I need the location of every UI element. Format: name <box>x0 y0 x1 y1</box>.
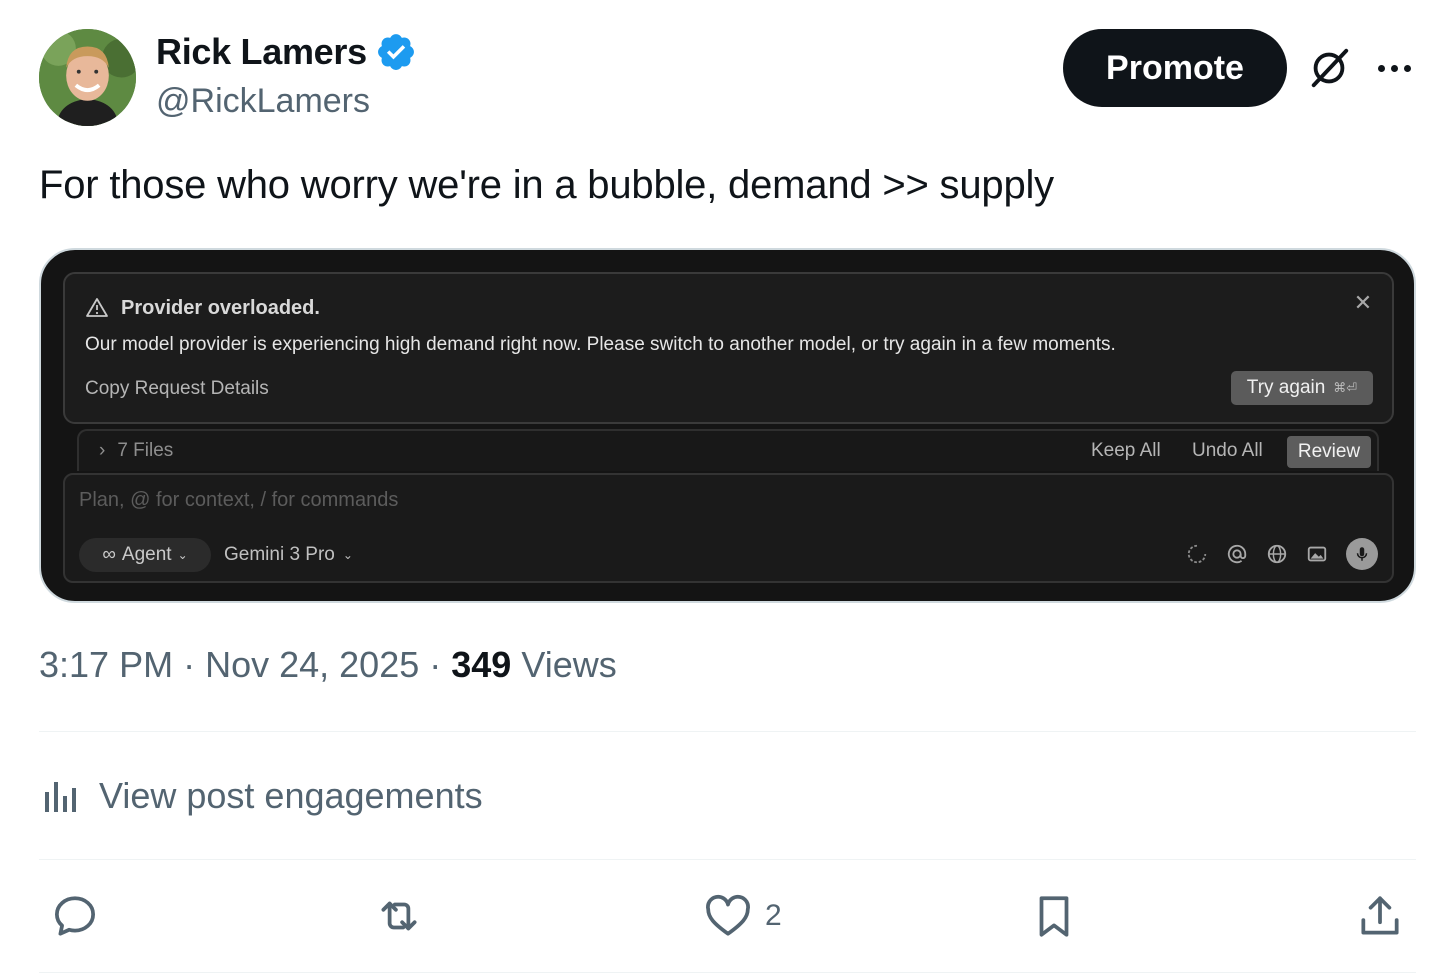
loading-spinner-icon <box>1187 544 1207 564</box>
bookmark-icon <box>1039 896 1069 937</box>
divider <box>39 972 1416 973</box>
avatar-image <box>39 29 136 126</box>
warning-icon <box>86 298 108 317</box>
review-button[interactable]: Review <box>1287 436 1371 468</box>
tweet-date[interactable]: Nov 24, 2025 <box>205 644 419 685</box>
tweet-text: For those who worry we're in a bubble, d… <box>39 163 1054 207</box>
share-button[interactable] <box>1355 888 1405 944</box>
files-count-label: 7 Files <box>117 440 174 461</box>
keep-all-button[interactable]: Keep All <box>1091 440 1161 462</box>
chat-input-placeholder: Plan, @ for context, / for commands <box>79 489 399 511</box>
reply-icon <box>55 896 95 936</box>
verified-badge-icon <box>377 34 414 70</box>
model-label: Gemini 3 Pro <box>224 544 335 565</box>
error-message: Our model provider is experiencing high … <box>85 334 1116 355</box>
chevron-down-icon: ⌄ <box>177 548 188 562</box>
try-again-button[interactable]: Try again ⌘⏎ <box>1231 371 1373 405</box>
views-label: Views <box>521 644 617 685</box>
tweet-meta: 3:17 PM · Nov 24, 2025 · 349 Views <box>39 644 617 686</box>
tweet-media[interactable]: Provider overloaded. ✕ Our model provide… <box>39 248 1416 603</box>
bookmark-button[interactable] <box>1029 888 1079 944</box>
repost-icon <box>381 901 417 931</box>
infinity-icon: ∞ <box>102 544 116 565</box>
error-title: Provider overloaded. <box>121 297 320 319</box>
more-dot <box>1403 64 1411 72</box>
agent-label: Agent <box>121 544 172 565</box>
image-icon[interactable] <box>1306 543 1328 565</box>
more-icon[interactable] <box>1372 50 1416 86</box>
tweet-time[interactable]: 3:17 PM <box>39 644 173 685</box>
divider <box>39 731 1416 732</box>
error-panel: Provider overloaded. ✕ Our model provide… <box>63 272 1394 424</box>
at-mention-icon[interactable] <box>1226 543 1248 565</box>
globe-icon[interactable] <box>1266 543 1288 565</box>
grok-icon[interactable] <box>1306 45 1352 91</box>
reply-button[interactable] <box>50 888 100 944</box>
files-bar: › 7 Files Keep All Undo All Review <box>77 429 1379 471</box>
model-select[interactable]: Gemini 3 Pro ⌄ <box>224 544 353 566</box>
promote-button[interactable]: Promote <box>1063 29 1287 107</box>
microphone-button[interactable] <box>1346 538 1378 570</box>
like-button[interactable]: 2 <box>703 888 782 944</box>
chat-input[interactable]: Plan, @ for context, / for commands ∞ Ag… <box>63 473 1394 583</box>
input-tools <box>1186 537 1378 571</box>
view-post-engagements-label: View post engagements <box>99 775 483 816</box>
divider <box>39 859 1416 860</box>
heart-icon <box>706 894 750 936</box>
like-count: 2 <box>765 899 782 932</box>
more-dot <box>1390 64 1398 72</box>
keyboard-shortcut-hint: ⌘⏎ <box>1333 380 1358 395</box>
undo-all-button[interactable]: Undo All <box>1192 440 1263 462</box>
chevron-right-icon: › <box>99 440 106 461</box>
close-icon[interactable]: ✕ <box>1352 292 1374 314</box>
share-icon <box>1361 896 1399 935</box>
repost-button[interactable] <box>374 888 424 944</box>
separator: · <box>183 644 206 685</box>
microphone-icon <box>1356 547 1368 561</box>
avatar[interactable] <box>39 29 136 126</box>
author-name[interactable]: Rick Lamers <box>156 31 417 73</box>
chevron-down-icon: ⌄ <box>342 548 353 562</box>
view-post-engagements-link[interactable]: View post engagements <box>39 770 483 822</box>
author-handle[interactable]: @RickLamers <box>156 82 370 121</box>
separator: · <box>429 644 452 685</box>
agent-mode-select[interactable]: ∞ Agent ⌄ <box>79 538 211 572</box>
files-toggle[interactable]: › 7 Files <box>99 440 173 462</box>
views-count: 349 <box>451 644 512 685</box>
analytics-icon <box>45 782 76 812</box>
more-dot <box>1377 64 1385 72</box>
author-name-text: Rick Lamers <box>156 31 367 72</box>
copy-request-details-link[interactable]: Copy Request Details <box>85 378 269 400</box>
try-again-label: Try again <box>1246 377 1326 398</box>
